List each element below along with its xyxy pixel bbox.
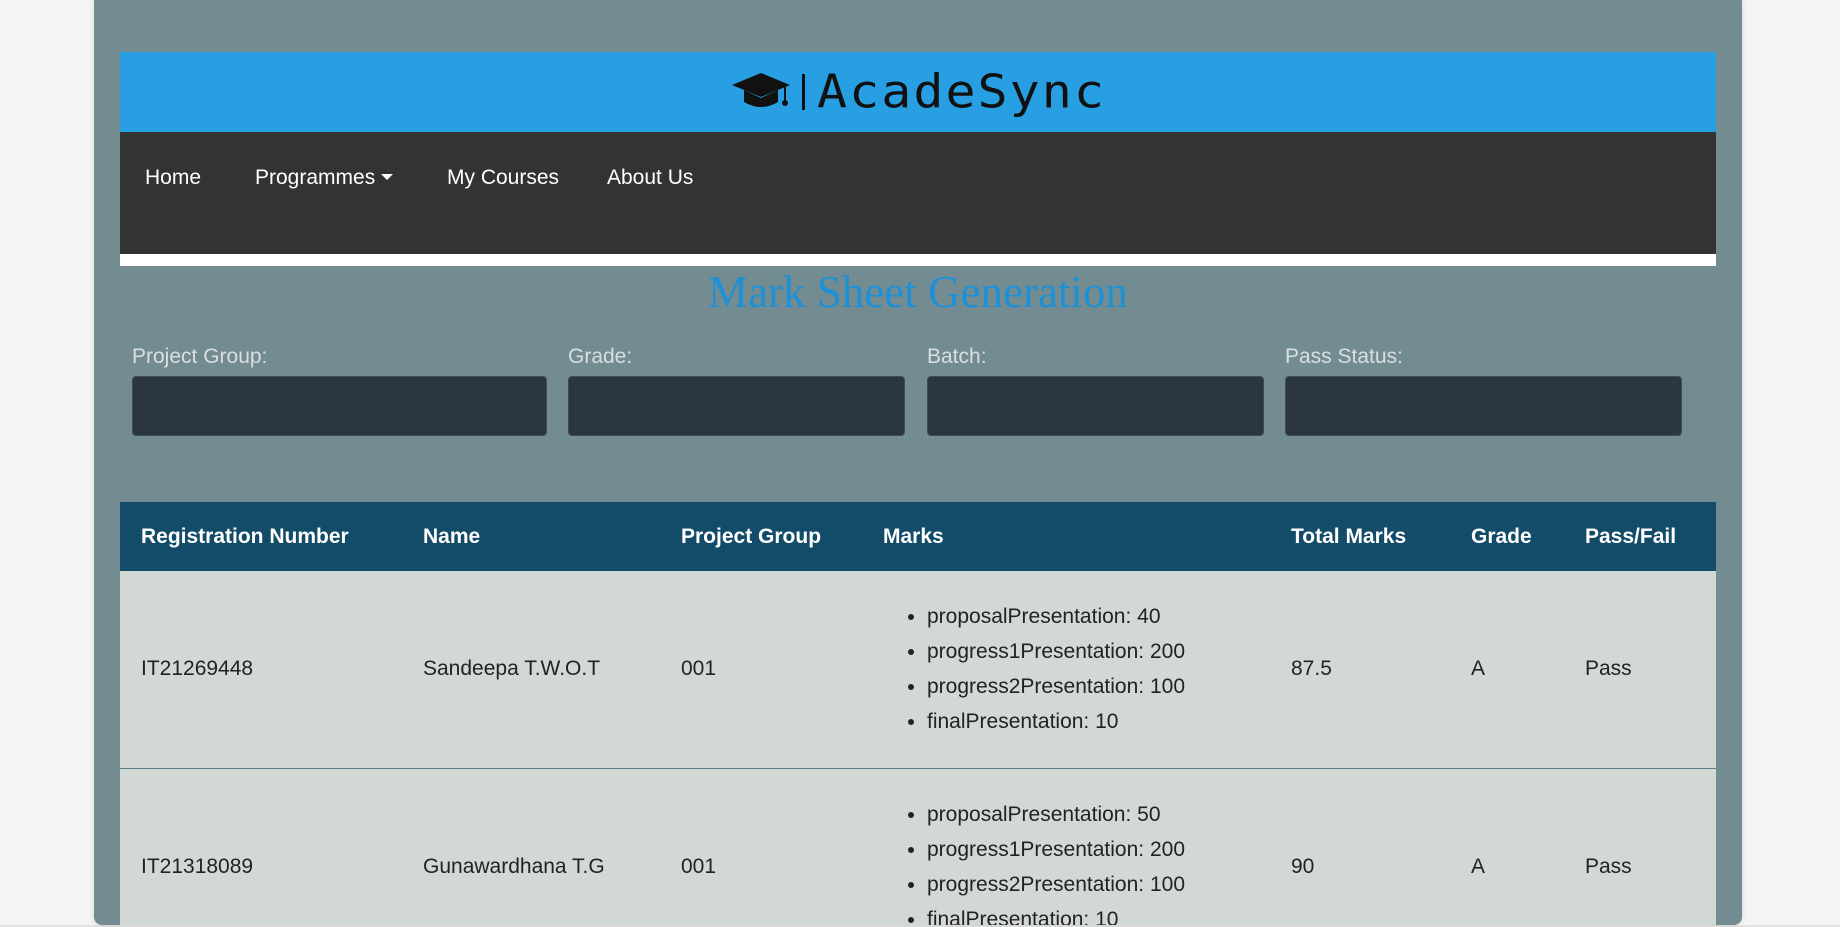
nav-home[interactable]: Home (145, 166, 201, 190)
marksheet-table: Registration Number Name Project Group M… (120, 502, 1716, 925)
nav-programmes-label: Programmes (255, 166, 376, 189)
column-header-total-marks: Total Marks (1291, 524, 1407, 548)
grade-label: Grade: (568, 345, 633, 368)
column-header-registration-number: Registration Number (141, 524, 349, 548)
grade-cell: A (1471, 657, 1486, 681)
table-header-row: Registration Number Name Project Group M… (120, 502, 1716, 571)
project-group-input[interactable] (132, 376, 547, 436)
brand-separator (802, 74, 806, 110)
nav-about-us[interactable]: About Us (607, 166, 693, 190)
mark-item: progress2Presentation: 100 (927, 867, 1270, 902)
marks-list: proposalPresentation: 50 progress1Presen… (883, 797, 1270, 926)
project-group-cell: 001 (681, 657, 717, 681)
graduation-cap-icon (730, 70, 792, 115)
table-row: IT21269448 Sandeepa T.W.O.T 001 proposal… (120, 571, 1716, 768)
grade-cell: A (1471, 854, 1486, 878)
pass-status-input[interactable] (1285, 376, 1682, 436)
column-header-name: Name (423, 524, 481, 548)
nav-programmes[interactable]: Programmes (255, 166, 394, 190)
total-marks-cell: 87.5 (1291, 657, 1332, 681)
mark-item: finalPresentation: 10 (927, 902, 1270, 926)
brand-logo[interactable]: AcadeSync (730, 67, 1106, 117)
batch-input[interactable] (927, 376, 1264, 436)
pass-status-label: Pass Status: (1285, 345, 1403, 368)
column-header-grade: Grade (1471, 524, 1532, 548)
pass-fail-cell: Pass (1585, 854, 1632, 878)
name-cell: Gunawardhana T.G (423, 854, 605, 878)
mark-item: proposalPresentation: 40 (927, 599, 1270, 634)
marks-cell: proposalPresentation: 50 progress1Presen… (862, 768, 1270, 926)
marksheet-table-container: Registration Number Name Project Group M… (120, 502, 1716, 925)
batch-label: Batch: (927, 345, 987, 368)
brand-header: AcadeSync (120, 52, 1716, 132)
project-group-cell: 001 (681, 854, 717, 878)
column-header-pass-fail: Pass/Fail (1585, 524, 1677, 548)
caret-down-icon (381, 174, 394, 180)
nav-my-courses[interactable]: My Courses (447, 166, 559, 190)
mark-item: progress1Presentation: 200 (927, 634, 1270, 669)
grade-input[interactable] (568, 376, 905, 436)
mark-item: progress1Presentation: 200 (927, 832, 1270, 867)
main-navbar: Home Programmes My Courses About Us (120, 132, 1716, 254)
mark-item: proposalPresentation: 50 (927, 797, 1270, 832)
pass-fail-cell: Pass (1585, 657, 1632, 681)
mark-item: progress2Presentation: 100 (927, 669, 1270, 704)
registration-number-cell: IT21318089 (141, 854, 254, 878)
column-header-project-group: Project Group (681, 524, 822, 548)
table-row: IT21318089 Gunawardhana T.G 001 proposal… (120, 768, 1716, 925)
table-body: IT21269448 Sandeepa T.W.O.T 001 proposal… (120, 571, 1716, 925)
page-title: Mark Sheet Generation (708, 267, 1128, 317)
registration-number-cell: IT21269448 (141, 657, 254, 681)
table-header: Registration Number Name Project Group M… (120, 502, 1716, 571)
marks-list: proposalPresentation: 40 progress1Presen… (883, 599, 1270, 739)
marks-cell: proposalPresentation: 40 progress1Presen… (862, 571, 1270, 768)
project-group-label: Project Group: (132, 345, 268, 368)
nav-divider (120, 254, 1716, 266)
main-card: AcadeSync Home Programmes My Courses Abo… (94, 0, 1742, 925)
brand-name: AcadeSync (817, 65, 1106, 119)
total-marks-cell: 90 (1291, 854, 1315, 878)
mark-item: finalPresentation: 10 (927, 704, 1270, 739)
column-header-marks: Marks (883, 524, 944, 548)
name-cell: Sandeepa T.W.O.T (423, 657, 601, 681)
